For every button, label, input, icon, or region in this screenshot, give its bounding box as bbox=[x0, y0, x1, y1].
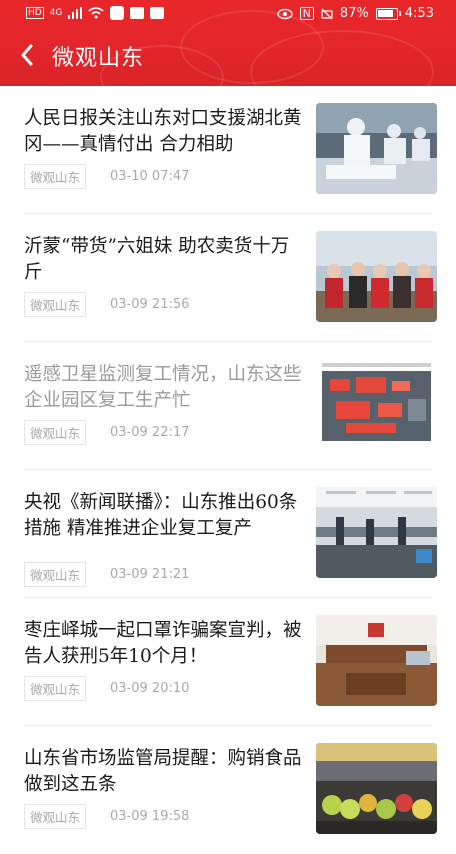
network-type-icon: 4G bbox=[49, 8, 63, 18]
publish-time: 03-09 20:10 bbox=[110, 681, 190, 696]
publish-time: 03-09 21:56 bbox=[110, 297, 190, 312]
article-title: 央视《新闻联播》：山东推出60条措施 精准推进企业复工复产 bbox=[24, 492, 298, 539]
clock: 4:53 bbox=[404, 6, 434, 21]
source-tag: 微观山东 bbox=[24, 420, 87, 445]
source-tag: 微观山东 bbox=[24, 676, 87, 701]
app-notification-icon bbox=[110, 6, 125, 20]
article-item[interactable]: 人民日报关注山东对口支援湖北黄冈——真情付出 合力相助 微观山东 03-10 0… bbox=[0, 86, 456, 214]
article-thumbnail bbox=[316, 231, 437, 322]
article-thumbnail bbox=[316, 359, 437, 450]
battery-icon bbox=[375, 7, 401, 20]
source-tag: 微观山东 bbox=[24, 292, 87, 317]
eye-icon bbox=[276, 8, 293, 19]
source-tag: 微观山东 bbox=[24, 164, 87, 189]
signal-icon bbox=[68, 7, 83, 19]
article-item[interactable]: 山东省市场监管局提醒：购销食品做到这五条 微观山东 03-09 19:58 bbox=[0, 726, 456, 854]
article-item[interactable]: 沂蒙“带货”六姐妹 助农卖货十万斤 微观山东 03-09 21:56 bbox=[0, 214, 456, 342]
publish-time: 03-10 07:47 bbox=[110, 169, 190, 184]
article-item[interactable]: 遥感卫星监测复工情况，山东这些企业园区复工生产忙 微观山东 03-09 22:1… bbox=[0, 342, 456, 470]
article-title: 沂蒙“带货”六姐妹 助农卖货十万斤 bbox=[24, 236, 290, 283]
article-title: 人民日报关注山东对口支援湖北黄冈——真情付出 合力相助 bbox=[24, 108, 302, 155]
article-thumbnail bbox=[316, 615, 437, 706]
article-title: 枣庄峄城一起口罩诈骗案宣判，被告人获刑5年10个月！ bbox=[24, 620, 302, 667]
nfc-icon: N bbox=[299, 7, 314, 20]
source-tag: 微观山东 bbox=[24, 804, 87, 829]
article-title: 山东省市场监管局提醒：购销食品做到这五条 bbox=[24, 748, 302, 795]
nav-bar: 微观山东 bbox=[0, 32, 456, 78]
page-title: 微观山东 bbox=[52, 46, 145, 71]
app-header: HD 4G N 87% 4:53 微观山东 bbox=[0, 0, 456, 86]
mute-icon bbox=[321, 8, 333, 19]
publish-time: 03-09 19:58 bbox=[110, 809, 190, 824]
publish-time: 03-09 21:21 bbox=[110, 567, 190, 582]
article-thumbnail bbox=[316, 743, 437, 834]
article-title: 遥感卫星监测复工情况，山东这些企业园区复工生产忙 bbox=[24, 364, 302, 411]
source-tag: 微观山东 bbox=[24, 562, 87, 587]
article-thumbnail bbox=[316, 103, 437, 194]
app-notification-icon bbox=[150, 7, 165, 19]
hd-icon: HD bbox=[26, 7, 44, 19]
battery-percent: 87% bbox=[339, 6, 369, 21]
back-button[interactable] bbox=[12, 38, 42, 72]
article-thumbnail bbox=[316, 487, 437, 578]
publish-time: 03-09 22:17 bbox=[110, 425, 190, 440]
app-notification-icon bbox=[130, 7, 145, 19]
article-item[interactable]: 央视《新闻联播》：山东推出60条措施 精准推进企业复工复产 微观山东 03-09… bbox=[0, 470, 456, 598]
wifi-icon bbox=[88, 7, 104, 19]
article-item[interactable]: 枣庄峄城一起口罩诈骗案宣判，被告人获刑5年10个月！ 微观山东 03-09 20… bbox=[0, 598, 456, 726]
status-bar: HD 4G N 87% 4:53 bbox=[0, 0, 456, 30]
chevron-left-icon bbox=[21, 44, 33, 66]
